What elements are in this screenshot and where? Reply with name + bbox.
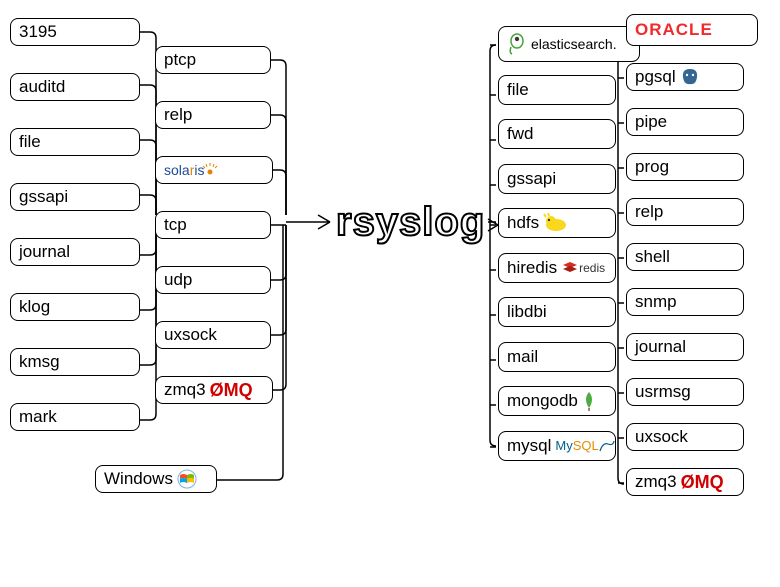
node-label: zmq3 <box>164 380 206 400</box>
node-label: Windows <box>104 469 173 489</box>
node-label: mysql <box>507 436 551 456</box>
node-label: hdfs <box>507 213 539 233</box>
node-file: file <box>498 75 616 105</box>
node-label: ptcp <box>164 50 196 70</box>
node-shell: shell <box>626 243 744 271</box>
node-file: file <box>10 128 140 156</box>
node-label: shell <box>635 247 670 267</box>
node-label: gssapi <box>19 187 68 207</box>
node-label: snmp <box>635 292 677 312</box>
node-mongodb: mongodb <box>498 386 616 416</box>
node-label: auditd <box>19 77 65 97</box>
node-gssapi: gssapi <box>10 183 140 211</box>
node-solaris: solarissolaris <box>155 156 273 184</box>
node-label: uxsock <box>164 325 217 345</box>
diagram-canvas: rsyslog Windows 3195 auditd file gssapi jour… <box>0 0 780 587</box>
node-usrmsg: usrmsg <box>626 378 744 406</box>
mysql-icon: MySQL <box>555 438 614 453</box>
windows-icon <box>177 469 197 489</box>
node-label: file <box>507 80 529 100</box>
node-label: kmsg <box>19 352 60 372</box>
node-prog: prog <box>626 153 744 181</box>
node-oracle: ORACLE <box>626 14 758 46</box>
node-journal: journal <box>10 238 140 266</box>
node-label: mark <box>19 407 57 427</box>
zmq-icon: ØMQ <box>681 472 724 493</box>
node-label: fwd <box>507 124 533 144</box>
solaris-icon: solaris <box>164 162 218 178</box>
node-ptcp: ptcp <box>155 46 271 74</box>
node-label: tcp <box>164 215 187 235</box>
node-gssapi: gssapi <box>498 164 616 194</box>
node-label: usrmsg <box>635 382 691 402</box>
node-pipe: pipe <box>626 108 744 136</box>
center-label: rsyslog <box>336 200 485 245</box>
node-relp: relp <box>626 198 744 226</box>
node-uxsock: uxsock <box>155 321 271 349</box>
node-relp: relp <box>155 101 271 129</box>
node-tcp: tcp <box>155 211 271 239</box>
node-label: 3195 <box>19 22 57 42</box>
node-label: journal <box>19 242 70 262</box>
node-libdbi: libdbi <box>498 297 616 327</box>
node-label: libdbi <box>507 302 547 322</box>
node-label: pgsql <box>635 67 676 87</box>
node-3195: 3195 <box>10 18 140 46</box>
node-label: pipe <box>635 112 667 132</box>
node-label: relp <box>164 105 192 125</box>
node-label: journal <box>635 337 686 357</box>
node-snmp: snmp <box>626 288 744 316</box>
node-mail: mail <box>498 342 616 372</box>
node-label: uxsock <box>635 427 688 447</box>
input-windows: Windows <box>95 465 217 493</box>
node-label: relp <box>635 202 663 222</box>
zmq-icon: ØMQ <box>210 380 253 401</box>
node-fwd: fwd <box>498 119 616 149</box>
node-udp: udp <box>155 266 271 294</box>
node-label: elasticsearch. <box>531 36 617 52</box>
node-label: gssapi <box>507 169 556 189</box>
node-label: file <box>19 132 41 152</box>
node-label: mail <box>507 347 538 367</box>
node-uxsock: uxsock <box>626 423 744 451</box>
node-mark: mark <box>10 403 140 431</box>
node-kmsg: kmsg <box>10 348 140 376</box>
node-auditd: auditd <box>10 73 140 101</box>
node-label: klog <box>19 297 50 317</box>
node-label: zmq3 <box>635 472 677 492</box>
node-zmq3: zmq3ØMQ <box>155 376 273 404</box>
node-label: hiredis <box>507 258 557 278</box>
node-mysql: mysql MySQL <box>498 431 616 461</box>
node-label: mongodb <box>507 391 578 411</box>
pgsql-icon <box>680 67 700 87</box>
node-label: udp <box>164 270 192 290</box>
redis-icon: redis <box>561 260 605 276</box>
node-hdfs: hdfs <box>498 208 616 238</box>
node-journal: journal <box>626 333 744 361</box>
mongo-icon <box>582 391 596 411</box>
node-hiredis: hiredisredis <box>498 253 616 283</box>
node-klog: klog <box>10 293 140 321</box>
hadoop-icon <box>543 213 569 233</box>
elastic-icon <box>507 33 527 55</box>
node-label: prog <box>635 157 669 177</box>
node-label: ORACLE <box>635 20 713 40</box>
node-pgsql: pgsql <box>626 63 744 91</box>
node-zmq3: zmq3ØMQ <box>626 468 744 496</box>
node-elasticsearch-: elasticsearch. <box>498 26 640 62</box>
